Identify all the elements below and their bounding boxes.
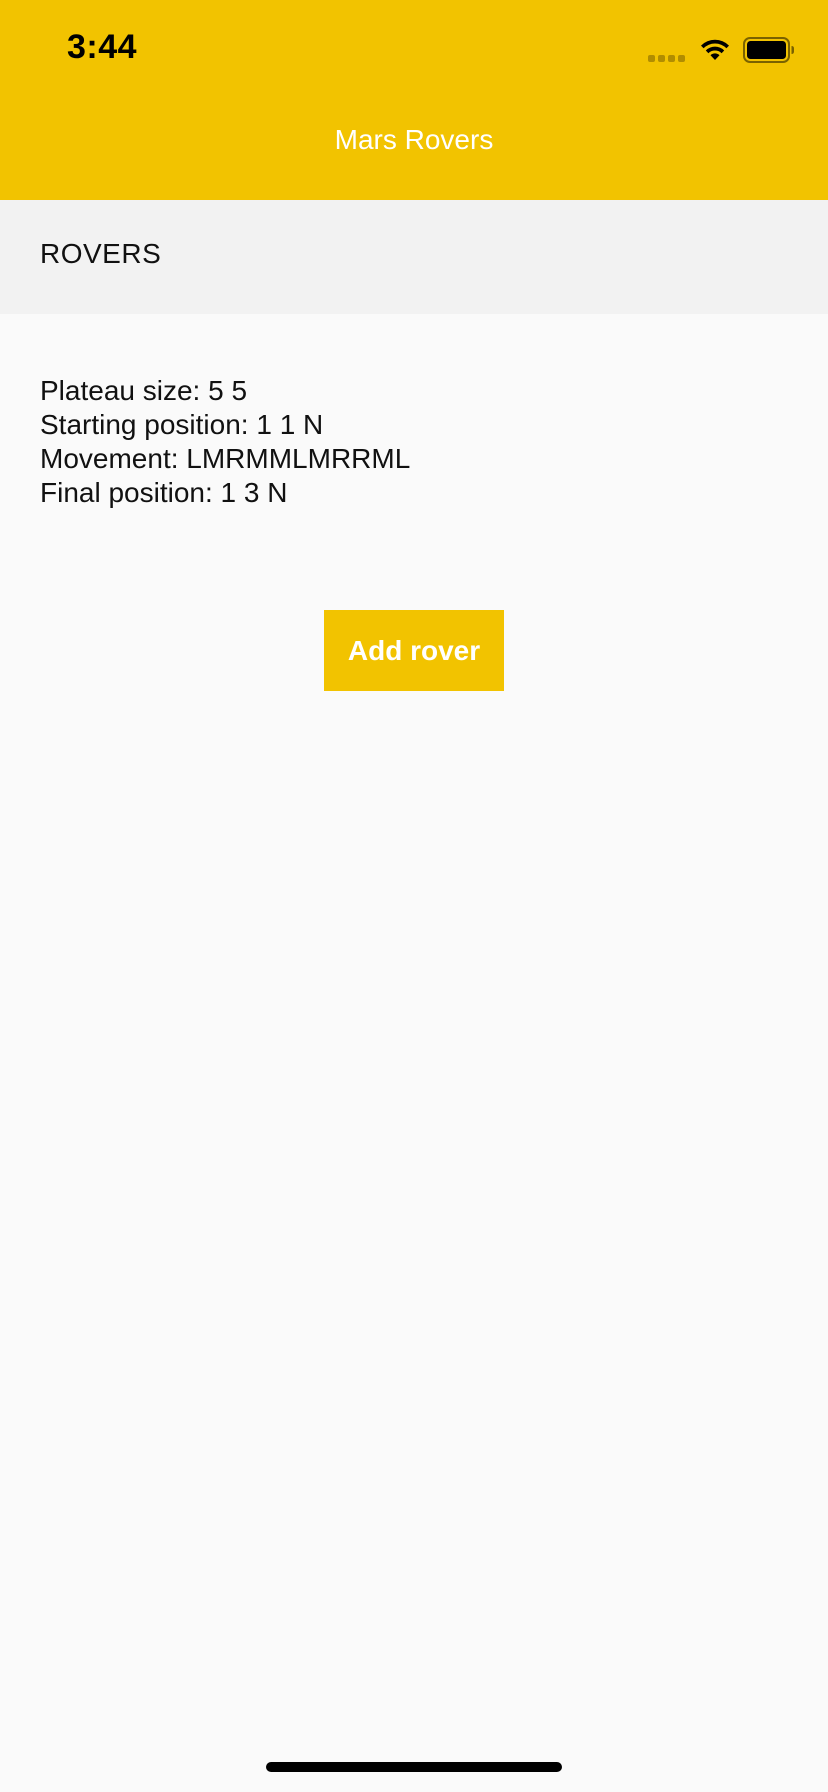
plateau-size-text: Plateau size: 5 5 xyxy=(40,375,248,406)
add-rover-button[interactable]: Add rover xyxy=(324,610,504,691)
starting-position-text: Starting position: 1 1 N xyxy=(40,409,324,440)
section-title: ROVERS xyxy=(40,238,162,269)
movement-text: Movement: LMRMMLMRRML xyxy=(40,443,411,474)
final-position-text: Final position: 1 3 N xyxy=(40,477,288,508)
status-time: 3:44 xyxy=(67,28,138,66)
battery-icon xyxy=(743,37,794,63)
section-header: ROVERS xyxy=(0,200,828,314)
home-indicator[interactable] xyxy=(266,1762,562,1772)
header-bar: 3:44 Mars Rovers xyxy=(0,0,828,200)
page-title: Mars Rovers xyxy=(334,124,494,155)
rover-details: Plateau size: 5 5 Starting position: 1 1… xyxy=(40,374,410,510)
app-screen: 3:44 Mars Rovers ROVERS Plateau size: 5 … xyxy=(0,0,828,1792)
wifi-icon xyxy=(701,39,729,60)
cellular-signal-icon xyxy=(648,38,685,62)
status-icons xyxy=(648,36,795,64)
